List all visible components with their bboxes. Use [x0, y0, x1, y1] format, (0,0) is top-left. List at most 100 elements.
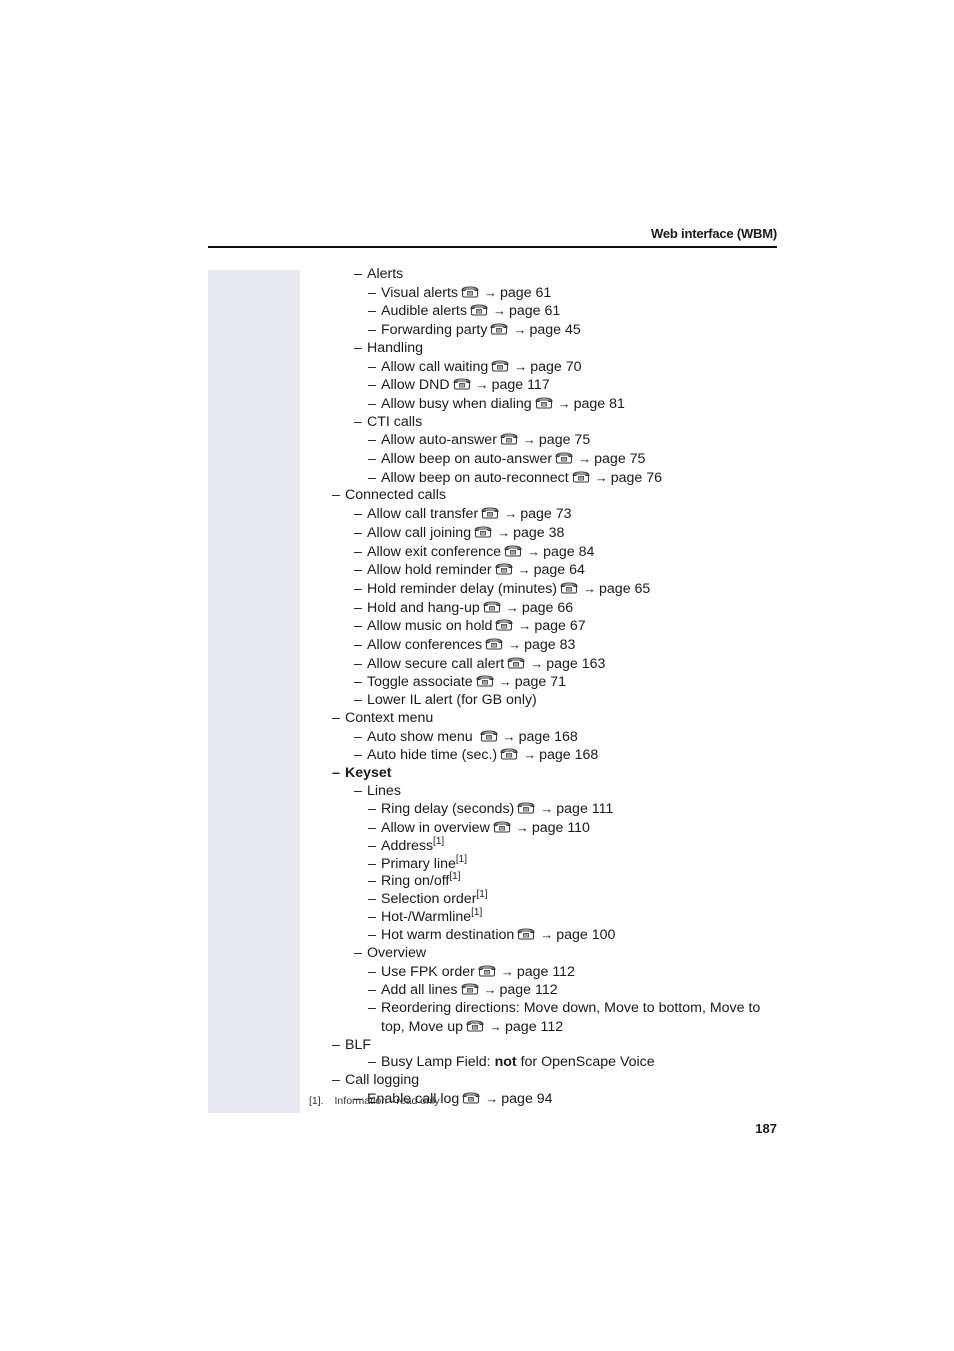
outline-item-label: Hold and hang-up [367, 599, 480, 616]
outline-item-label: Allow music on hold [367, 618, 493, 635]
outline-item: – Address[1] [332, 836, 782, 856]
page-reference-link[interactable]: page 112 [517, 964, 575, 980]
phone-icon [493, 821, 511, 833]
outline-item-label: Hot-/Warmline [381, 908, 472, 925]
outline-item: – Allow call waiting → page 70 [332, 358, 782, 377]
phone-icon [481, 507, 499, 519]
footnote: [1]. Information - read only [309, 1095, 440, 1107]
page-reference-link[interactable]: page 75 [594, 451, 645, 467]
list-dash: – [368, 873, 376, 890]
page-reference-link[interactable]: page 45 [529, 322, 580, 338]
outline-item-label: Auto show menu [367, 728, 477, 745]
page-reference-link[interactable]: page 111 [556, 801, 613, 817]
page-reference-link[interactable]: page 64 [534, 562, 585, 578]
phone-icon [555, 452, 573, 464]
page-reference-link[interactable]: page 73 [520, 506, 571, 522]
outline-item: – Allow beep on auto-reconnect → page 76 [332, 469, 782, 488]
arrow-right-icon: → [505, 599, 519, 615]
list-dash: – [332, 1036, 340, 1053]
phone-icon [466, 1020, 484, 1032]
page-reference-link[interactable]: page 65 [599, 581, 650, 597]
outline-item-label: Allow call waiting [381, 358, 489, 375]
list-dash: – [368, 855, 376, 872]
outline-item: – Use FPK order → page 112 [332, 963, 782, 982]
arrow-right-icon: → [497, 524, 511, 540]
page-reference-link[interactable]: page 75 [539, 432, 590, 448]
list-dash: – [368, 1000, 376, 1017]
list-dash: – [332, 764, 340, 781]
page-reference-link[interactable]: page 110 [532, 820, 590, 836]
list-dash: – [354, 580, 362, 597]
page-reference-link[interactable]: page 81 [574, 396, 625, 412]
outline-item-label: Allow call transfer [367, 506, 479, 523]
phone-icon [507, 657, 525, 669]
list-dash: – [368, 890, 376, 907]
page-reference-link[interactable]: page 112 [500, 982, 558, 998]
footnote-reference[interactable]: [1] [433, 836, 444, 847]
page-reference-link[interactable]: page 100 [556, 927, 615, 943]
page-reference-link[interactable]: page 76 [611, 470, 662, 486]
page-reference-link[interactable]: page 61 [500, 285, 551, 301]
footnote-reference[interactable]: [1] [456, 854, 467, 865]
page-reference-link[interactable]: page 66 [522, 600, 573, 616]
footnote-reference[interactable]: [1] [471, 907, 482, 918]
page-reference-link[interactable]: page 83 [524, 637, 575, 653]
phone-icon [461, 983, 479, 995]
outline-item: – Allow conferences → page 83 [332, 636, 782, 655]
footnote-mark: [1]. [309, 1095, 324, 1107]
outline-item-label: Alerts [367, 266, 404, 282]
outline-item-label: Allow call joining [367, 524, 472, 541]
list-dash: – [354, 782, 362, 799]
page-reference-link[interactable]: page 70 [530, 359, 581, 375]
list-dash: – [354, 562, 362, 579]
outline-item-label: Hold reminder delay (minutes) [367, 580, 558, 597]
list-dash: – [332, 709, 340, 726]
footnote-reference[interactable]: [1] [449, 871, 460, 882]
outline-item: – Alerts [332, 266, 782, 284]
phone-icon [535, 397, 553, 409]
phone-icon [495, 563, 513, 575]
arrow-right-icon: → [508, 637, 522, 653]
list-dash: – [368, 982, 376, 999]
page-reference-link[interactable]: page 117 [492, 377, 550, 393]
page-reference-link[interactable]: page 168 [519, 729, 578, 745]
list-dash: – [368, 395, 376, 412]
outline-item-label: BLF [345, 1036, 372, 1053]
page-reference-link[interactable]: page 71 [515, 674, 566, 690]
outline-item-label: Use FPK order [381, 963, 475, 980]
arrow-right-icon: → [557, 395, 571, 411]
page-reference-link[interactable]: page 67 [534, 618, 585, 634]
list-dash: – [354, 747, 362, 764]
arrow-right-icon: → [492, 303, 506, 319]
page-reference-link[interactable]: page 168 [539, 747, 598, 763]
page-reference-link[interactable]: page 84 [543, 544, 594, 560]
page-reference-link[interactable]: page 163 [546, 656, 605, 672]
phone-icon [476, 675, 494, 687]
header-divider [208, 246, 777, 248]
outline-item-label: Connected calls [345, 487, 446, 504]
list-dash: – [368, 801, 376, 818]
phone-icon [517, 802, 535, 814]
outline-item: – Overview [332, 945, 782, 963]
arrow-right-icon: → [518, 618, 532, 634]
phone-icon [470, 304, 488, 316]
arrow-right-icon: → [583, 580, 597, 596]
outline-item-label: Ring on/off [381, 873, 450, 890]
margin-sidebar [208, 270, 300, 1113]
outline-item-label: CTI calls [367, 413, 423, 430]
outline-item-body: Reordering directions: Move down, Move t… [381, 1000, 776, 1036]
outline-item-label: Visual alerts [381, 284, 459, 301]
page-reference-link[interactable]: page 112 [505, 1019, 563, 1035]
footnote-reference[interactable]: [1] [476, 889, 487, 900]
outline-item: – Hot-/Warmline[1] [332, 907, 782, 927]
page-reference-link[interactable]: page 38 [513, 525, 564, 541]
page-reference-link[interactable]: page 94 [501, 1091, 552, 1107]
phone-icon [500, 433, 518, 445]
arrow-right-icon: → [540, 801, 554, 817]
outline-item: – Selection order[1] [332, 889, 782, 909]
list-dash: – [354, 655, 362, 672]
page-reference-link[interactable]: page 61 [509, 303, 560, 319]
outline-item-label: Ring delay (seconds) [381, 801, 515, 818]
arrow-right-icon: → [500, 963, 514, 979]
outline-item-label: Call logging [345, 1071, 420, 1088]
